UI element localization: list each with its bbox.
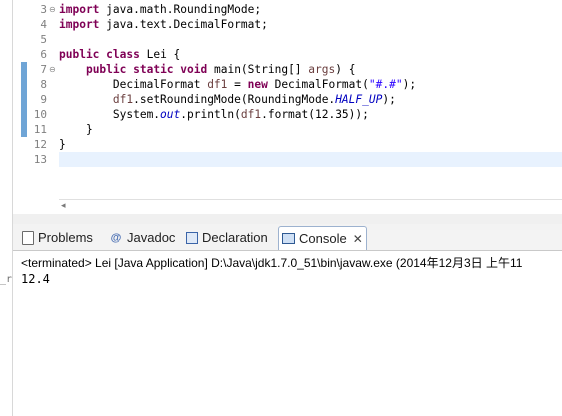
left-panel-edge: _r	[0, 0, 13, 416]
code-text: );	[382, 93, 396, 106]
left-panel-text-fragment: _r	[0, 274, 13, 285]
keyword: void	[180, 63, 208, 76]
declaration-icon	[186, 231, 198, 244]
close-icon[interactable]: ✕	[353, 232, 363, 246]
local-variable: df1	[207, 78, 228, 91]
keyword: static	[133, 63, 174, 76]
code-line: public static void main(String[] args) {	[59, 62, 562, 77]
line-number: 10	[33, 108, 47, 121]
local-variable: df1	[240, 108, 262, 121]
code-line: import java.text.DecimalFormat;	[59, 17, 562, 32]
local-variable: df1	[112, 93, 134, 106]
fold-collapse-icon[interactable]: ⊖	[49, 65, 58, 74]
code-text: main(String[]	[207, 63, 309, 76]
code-line: }	[59, 138, 66, 151]
code-text: java.math.RoundingMode;	[99, 3, 262, 16]
keyword: import	[59, 3, 100, 16]
code-line: public class Lei {	[59, 47, 562, 62]
line-number: 13	[33, 153, 47, 166]
keyword: public	[59, 48, 100, 61]
code-line: System.out.println(df1.format(12.35));	[59, 107, 562, 122]
code-line: df1.setRoundingMode(RoundingMode.HALF_UP…	[59, 92, 562, 107]
code-text: System.	[112, 108, 161, 121]
tab-declaration[interactable]: Declaration	[183, 226, 271, 249]
string-literal: "#.#"	[368, 78, 403, 91]
code-line: DecimalFormat df1 = new DecimalFormat("#…	[59, 77, 562, 92]
keyword: new	[247, 78, 268, 91]
line-number: 3	[40, 3, 47, 16]
code-text: .format(12.35));	[261, 108, 369, 121]
line-number: 9	[40, 93, 47, 106]
code-text: DecimalFormat	[112, 78, 208, 91]
code-text: .println(	[180, 108, 241, 121]
keyword: import	[59, 18, 100, 31]
parameter-name: args	[308, 63, 336, 76]
line-number: 6	[40, 48, 47, 61]
static-field: out	[160, 108, 181, 121]
line-number: 8	[40, 78, 47, 91]
current-code-line[interactable]	[59, 152, 562, 167]
code-text: java.text.DecimalFormat;	[99, 18, 268, 31]
line-number: 12	[33, 138, 47, 151]
static-field: HALF_UP	[335, 93, 383, 106]
tab-label: Problems	[38, 230, 93, 245]
console-view[interactable]: <terminated> Lei [Java Application] D:\J…	[13, 251, 562, 416]
left-panel-lower	[0, 300, 11, 416]
tab-label: Console	[299, 231, 347, 246]
tab-javadoc[interactable]: @ Javadoc	[106, 226, 178, 249]
problems-icon	[22, 230, 34, 245]
line-number: 5	[40, 33, 47, 46]
bottom-panel-tabs: Problems @ Javadoc Declaration Console ✕	[13, 224, 562, 251]
code-editor[interactable]: 3 ⊖ 4 5 6 7 ⊖ 8 9 10 11 12 13 import jav…	[13, 0, 562, 214]
tab-console[interactable]: Console ✕	[278, 226, 367, 250]
panel-splitter[interactable]	[13, 214, 562, 224]
code-text: =	[227, 78, 248, 91]
horizontal-scrollbar[interactable]: ◂	[59, 199, 562, 214]
console-status-line: <terminated> Lei [Java Application] D:\J…	[21, 256, 523, 270]
console-icon	[282, 233, 295, 244]
line-number: 11	[33, 123, 47, 136]
code-text: );	[402, 78, 417, 91]
line-number: 7	[40, 63, 47, 76]
tab-problems[interactable]: Problems	[19, 226, 96, 249]
tab-label: Javadoc	[127, 230, 176, 245]
keyword: class	[106, 48, 140, 61]
code-text-area[interactable]: import java.math.RoundingMode; import ja…	[59, 0, 562, 200]
scroll-left-arrow-icon[interactable]: ◂	[61, 201, 66, 211]
code-text: Lei {	[139, 48, 181, 61]
code-line: }	[59, 123, 93, 136]
code-text: ) {	[335, 63, 356, 76]
code-text: .setRoundingMode(RoundingMode.	[133, 93, 336, 106]
code-line: import java.math.RoundingMode;	[59, 2, 562, 17]
console-output: 12.4	[21, 272, 50, 286]
line-number-ruler: 3 ⊖ 4 5 6 7 ⊖ 8 9 10 11 12 13	[13, 0, 59, 200]
keyword: public	[85, 63, 127, 76]
line-number: 4	[40, 18, 47, 31]
code-text: DecimalFormat(	[267, 78, 369, 91]
javadoc-icon: @	[110, 231, 122, 244]
tab-label: Declaration	[202, 230, 268, 245]
fold-collapse-icon[interactable]: ⊖	[49, 5, 58, 14]
